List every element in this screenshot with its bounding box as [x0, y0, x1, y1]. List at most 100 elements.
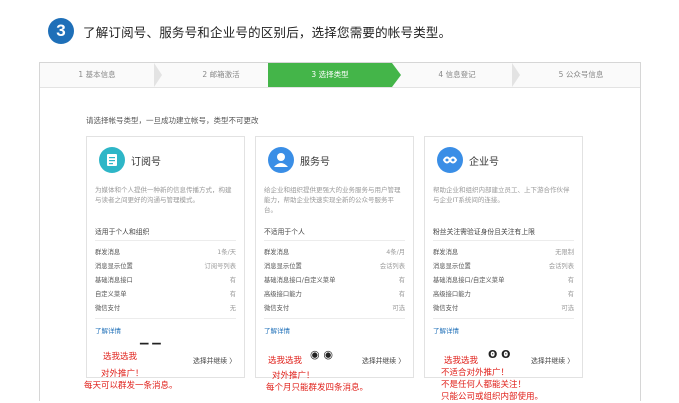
- feature-row: 消息显示位置 会话列表: [433, 261, 574, 273]
- feature-value: 会话列表: [548, 263, 574, 270]
- feature-value: 有: [567, 291, 574, 298]
- feature-row: 群发消息 4条/月: [264, 247, 405, 259]
- feature-value: 1条/天: [217, 249, 236, 256]
- feature-row: 群发消息 1条/天: [95, 247, 236, 259]
- feature-row: 微信支付 可选: [433, 303, 574, 315]
- face-doodle: ʘ ʘ: [488, 348, 511, 361]
- enterprise-icon: [437, 147, 463, 173]
- face-doodle: ▔ ▔: [140, 343, 161, 356]
- card-title: 企业号: [469, 157, 499, 168]
- feature-label: 微信支付: [264, 305, 290, 312]
- feature-label: 自定义菜单: [95, 291, 127, 298]
- feature-label: 微信支付: [433, 305, 459, 312]
- feature-label: 消息显示位置: [95, 263, 133, 270]
- card-header: 服务号: [256, 137, 413, 179]
- annotation-line: 不是任何人都能关注！: [441, 380, 527, 390]
- feature-row: 消息显示位置 订阅号列表: [95, 261, 236, 273]
- card-description: 帮助企业和组织内部建立员工、上下游合作伙伴与企业IT系统间的连接。: [433, 186, 570, 204]
- feature-value: 可选: [561, 305, 574, 312]
- feature-label: 高级接口能力: [433, 291, 471, 298]
- annotation-line: 每个月只能群发四条消息。: [266, 383, 369, 393]
- annotation-line: 对外推广！: [101, 369, 144, 379]
- feature-row: 高级接口能力 有: [433, 289, 574, 301]
- divider: [264, 318, 405, 319]
- chevron-right-icon: [260, 63, 268, 87]
- learn-more-link[interactable]: 了解详情: [95, 325, 121, 335]
- feature-label: 基础消息接口/自定义菜单: [433, 277, 505, 284]
- divider: [264, 240, 405, 241]
- select-and-continue-button[interactable]: 选择并继续 〉: [362, 355, 405, 365]
- feature-label: 基础消息接口/自定义菜单: [264, 277, 336, 284]
- wizard-step-basic-info: 1 基本信息: [78, 70, 116, 79]
- select-and-continue-button[interactable]: 选择并继续 〉: [193, 355, 236, 365]
- wizard-step-info: 4 信息登记: [438, 70, 476, 79]
- feature-label: 基础消息接口: [95, 277, 133, 284]
- card-header: 企业号: [425, 137, 582, 179]
- feature-value: 4条/月: [386, 249, 405, 256]
- annotation-line: 只能公司或组织内部使用。: [441, 392, 544, 402]
- learn-more-link[interactable]: 了解详情: [264, 325, 290, 335]
- service-icon: [268, 147, 294, 173]
- feature-value: 有: [229, 291, 236, 298]
- card-title: 服务号: [300, 157, 330, 168]
- select-and-continue-button[interactable]: 选择并继续 〉: [531, 355, 574, 365]
- annotation-line: 对外推广！: [272, 371, 315, 381]
- wizard-steps: 1 基本信息 2 邮箱激活 3 选择类型 4 信息登记 5 公众号信息: [40, 63, 640, 88]
- feature-label: 群发消息: [95, 249, 121, 256]
- feature-value: 有: [567, 277, 574, 284]
- divider: [95, 318, 236, 319]
- feature-value: 订阅号列表: [204, 263, 236, 270]
- feature-row: 高级接口能力 有: [264, 289, 405, 301]
- feature-label: 消息显示位置: [264, 263, 302, 270]
- feature-value: 会话列表: [379, 263, 405, 270]
- learn-more-link[interactable]: 了解详情: [433, 325, 459, 335]
- card-suitability: 不适用于个人: [264, 228, 305, 236]
- feature-row: 微信支付 可选: [264, 303, 405, 315]
- feature-row: 群发消息 无限制: [433, 247, 574, 259]
- feature-value: 无限制: [555, 249, 574, 256]
- divider: [433, 240, 574, 241]
- card-service[interactable]: 服务号 给企业和组织提供更强大的业务服务与用户管理能力，帮助企业快速实现全新的公…: [255, 136, 414, 378]
- annotation-pick-me: 选我选我: [103, 352, 138, 362]
- feature-row: 基础消息接口/自定义菜单 有: [264, 275, 405, 287]
- subscription-icon: [99, 147, 125, 173]
- annotation-pick-me: 选我选我: [268, 356, 303, 366]
- chevron-right-icon: [512, 63, 520, 87]
- feature-value: 有: [398, 277, 405, 284]
- feature-label: 群发消息: [264, 249, 290, 256]
- card-suitability: 粉丝关注需验证身份且关注有上限: [433, 228, 535, 236]
- feature-label: 微信支付: [95, 305, 121, 312]
- face-doodle: ◉ ◉: [310, 348, 334, 361]
- feature-value: 有: [229, 277, 236, 284]
- wizard-step-select-type: 3 选择类型: [268, 63, 392, 87]
- feature-row: 消息显示位置 会话列表: [264, 261, 405, 273]
- feature-value: 无: [229, 305, 236, 312]
- feature-row: 自定义菜单 有: [95, 289, 236, 301]
- annotation-line: 每天可以群发一条消息。: [84, 381, 178, 391]
- card-description: 为媒体和个人提供一种新的信息传播方式，构建与读者之间更好的沟通与管理模式。: [95, 186, 232, 204]
- divider: [95, 240, 236, 241]
- step-number-badge: 3: [48, 18, 74, 44]
- card-header: 订阅号: [87, 137, 244, 179]
- card-title: 订阅号: [131, 157, 161, 168]
- page-heading: 了解订阅号、服务号和企业号的区别后，选择您需要的帐号类型。: [83, 25, 452, 40]
- feature-label: 消息显示位置: [433, 263, 471, 270]
- chevron-right-icon: [154, 63, 162, 87]
- feature-value: 有: [398, 291, 405, 298]
- card-suitability: 适用于个人和组织: [95, 228, 150, 236]
- chevron-right-icon: [392, 63, 401, 87]
- feature-row: 微信支付 无: [95, 303, 236, 315]
- annotation-line: 不适合对外推广！: [441, 368, 510, 378]
- feature-label: 群发消息: [433, 249, 459, 256]
- card-subscription[interactable]: 订阅号 为媒体和个人提供一种新的信息传播方式，构建与读者之间更好的沟通与管理模式…: [86, 136, 245, 378]
- wizard-step-account-info: 5 公众号信息: [558, 70, 604, 79]
- divider: [433, 318, 574, 319]
- feature-row: 基础消息接口 有: [95, 275, 236, 287]
- annotation-pick-me: 选我选我: [444, 356, 479, 366]
- card-description: 给企业和组织提供更强大的业务服务与用户管理能力，帮助企业快速实现全新的公众号服务…: [264, 186, 401, 214]
- card-enterprise[interactable]: 企业号 帮助企业和组织内部建立员工、上下游合作伙伴与企业IT系统间的连接。 粉丝…: [424, 136, 583, 378]
- feature-row: 基础消息接口/自定义菜单 有: [433, 275, 574, 287]
- feature-value: 可选: [392, 305, 405, 312]
- feature-label: 高级接口能力: [264, 291, 302, 298]
- intro-text: 请选择帐号类型，一旦成功建立帐号，类型不可更改: [86, 116, 259, 125]
